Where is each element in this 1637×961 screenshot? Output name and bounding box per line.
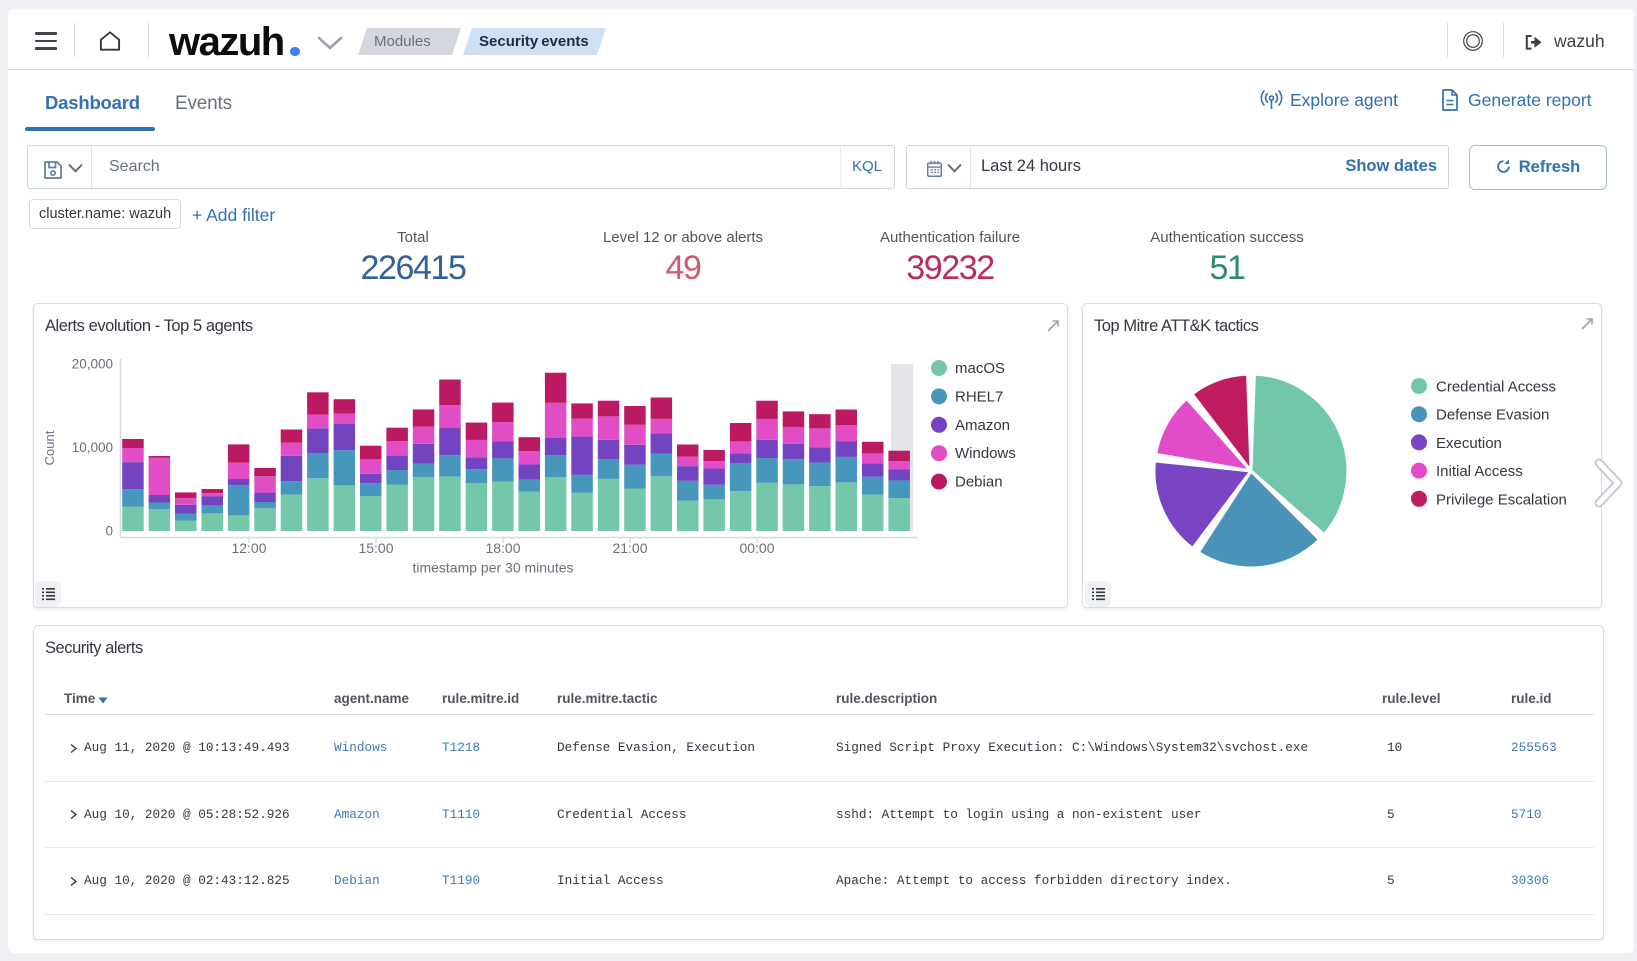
svg-text:00:00: 00:00 [739,540,774,556]
svg-text:Initial Access: Initial Access [1436,463,1523,480]
svg-text:Defense Evasion: Defense Evasion [1436,407,1549,424]
svg-text:0: 0 [105,524,113,539]
svg-text:Credential Access: Credential Access [1436,379,1556,396]
svg-text:Execution: Execution [1436,435,1502,452]
svg-text:Debian: Debian [955,474,1003,491]
svg-text:macOS: macOS [955,360,1005,377]
svg-text:12:00: 12:00 [231,540,266,556]
svg-text:20,000: 20,000 [72,357,113,372]
svg-text:Count: Count [42,430,57,465]
svg-text:18:00: 18:00 [485,540,520,556]
svg-text:timestamp per 30 minutes: timestamp per 30 minutes [412,560,573,576]
svg-text:Windows: Windows [955,445,1016,462]
svg-text:RHEL7: RHEL7 [955,388,1003,405]
svg-text:15:00: 15:00 [358,540,393,556]
svg-text:Privilege Escalation: Privilege Escalation [1436,491,1567,508]
svg-text:21:00: 21:00 [612,540,647,556]
svg-text:Amazon: Amazon [955,417,1010,434]
svg-text:10,000: 10,000 [72,440,113,455]
